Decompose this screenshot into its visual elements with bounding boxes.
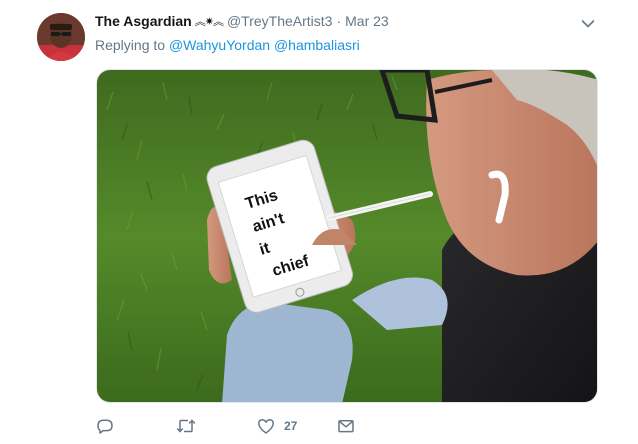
name-symbols: ︽✷︽ (194, 16, 224, 28)
reply-button[interactable] (96, 416, 114, 436)
separator-dot: · (336, 13, 342, 29)
replying-prefix: Replying to (95, 37, 166, 53)
mention-link[interactable]: @WahyuYordan (169, 37, 270, 53)
reply-icon (96, 417, 114, 435)
chevron-down-icon[interactable] (581, 16, 595, 28)
like-button[interactable]: 27 (257, 416, 297, 436)
mention-link[interactable]: @hambaliasri (274, 37, 360, 53)
tweet-actions: 27 (96, 416, 396, 436)
tweet: The Asgardian ︽✷︽ @TreyTheArtist3 · Mar 23 R… (0, 0, 638, 444)
heart-icon (257, 417, 275, 435)
replying-to: Replying to @WahyuYordan @hambaliasri (95, 36, 360, 54)
user-handle[interactable]: @TreyTheArtist3 (227, 13, 333, 29)
tweet-media-image[interactable]: This ain't it chief (96, 69, 598, 403)
retweet-icon (176, 417, 196, 435)
envelope-icon (337, 417, 355, 435)
dm-button[interactable] (337, 416, 355, 436)
display-name[interactable]: The Asgardian (95, 13, 192, 29)
retweet-button[interactable] (176, 416, 196, 436)
tweet-header: The Asgardian ︽✷︽ @TreyTheArtist3 · Mar 23 (95, 12, 389, 30)
like-count: 27 (284, 419, 298, 433)
timestamp[interactable]: Mar 23 (345, 13, 389, 29)
avatar[interactable] (37, 13, 85, 61)
